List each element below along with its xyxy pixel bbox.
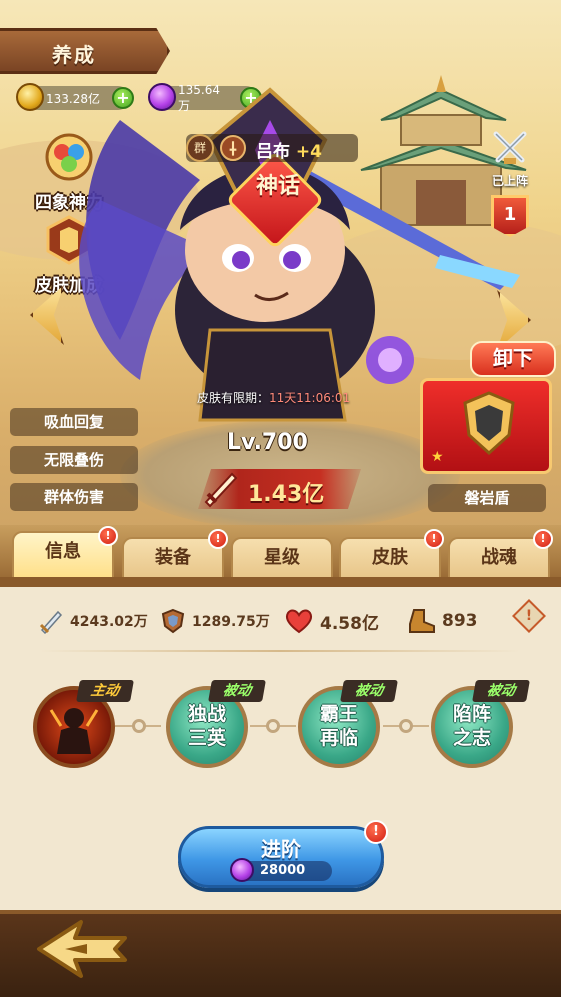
skin-expiry-label: 皮肤有限期： <box>197 391 270 405</box>
skin-card[interactable]: ★ <box>420 378 552 474</box>
mythic-rarity-text: 神话 <box>255 174 300 199</box>
skin-star-icon: ★ <box>431 449 444 465</box>
rock-shield-icon <box>463 391 515 456</box>
skin-expiry-time: 11天11:06:01 <box>269 391 351 405</box>
crossed-swords-icon <box>493 131 527 164</box>
deployed-indicator: 已上阵 1 <box>470 128 550 237</box>
combat-power-icon <box>204 472 238 508</box>
defense-value: 1289.75万 <box>192 614 270 630</box>
passive-skill-1-text: 独战三英 <box>187 703 226 749</box>
faction-badge: 群 <box>186 134 214 162</box>
hero-stats-row: 4243.02万 1289.75万 4.58亿 893 <box>0 598 561 642</box>
passive-skill-2-text: 霸王再临 <box>319 703 358 749</box>
passive-skill-2-name: 霸王再临 <box>302 702 376 750</box>
hp-value: 4.58亿 <box>320 613 379 634</box>
page-title-banner: 养成 <box>0 28 170 74</box>
back-button[interactable] <box>35 918 130 980</box>
equipment-notification-dot: ! <box>208 529 228 549</box>
passive-skill-3-name: 陷阵之志 <box>435 702 509 750</box>
deployed-label: 已上阵 <box>491 174 528 188</box>
passive-skill-2-tag: 被动 <box>340 680 398 702</box>
trait-aoe-damage: 群体伤害 <box>10 483 138 511</box>
attack-stat: 4243.02万 <box>38 608 148 634</box>
gold-coin-icon <box>16 83 44 111</box>
info-icon: ! <box>525 608 533 624</box>
hp-stat: 4.58亿 <box>284 608 379 634</box>
passive-skill-1-tag: 被动 <box>208 680 266 702</box>
tab-star[interactable]: 星级 <box>231 537 333 577</box>
info-notification-dot: ! <box>98 526 118 546</box>
hero-name: 吕布 +4 <box>256 137 322 162</box>
advance-button[interactable]: 进阶 28000 <box>178 826 384 888</box>
hero-level: Lv.700 <box>227 430 308 455</box>
lineup-slot-number: 1 <box>491 195 529 237</box>
passive-skill-3-text: 陷阵之志 <box>452 703 491 749</box>
passive-skill-1-name: 独战三英 <box>170 702 244 750</box>
defense-stat: 1289.75万 <box>160 608 270 634</box>
sword-icon <box>39 610 63 634</box>
section-divider <box>40 650 520 652</box>
war-soul-notification-dot: ! <box>533 529 553 549</box>
panel-top-border <box>0 577 561 587</box>
trait-lifesteal: 吸血回复 <box>10 408 138 436</box>
skill-connector-knot <box>399 719 413 733</box>
hero-name-text: 吕布 <box>256 142 290 162</box>
active-skill-tag: 主动 <box>76 680 134 702</box>
shield-icon <box>161 608 185 634</box>
class-sword-icon <box>220 135 246 161</box>
advance-notification-dot: ! <box>364 820 388 844</box>
purple-gem-icon <box>230 858 254 882</box>
speed-value: 893 <box>442 611 478 631</box>
tab-bar: 信息 装备 星级 皮肤 战魂 ! ! ! ! <box>0 525 561 577</box>
attack-value: 4243.02万 <box>70 614 148 630</box>
heart-icon <box>285 609 313 634</box>
combat-power-value: 1.43亿 <box>248 482 325 507</box>
advance-cost-value: 28000 <box>260 863 306 878</box>
trait-stacking-damage: 无限叠伤 <box>10 446 138 474</box>
skin-name: 磐岩盾 <box>428 484 546 512</box>
skill-connector-knot <box>132 719 146 733</box>
advance-cost: 28000 <box>230 858 332 882</box>
passive-skill-3-tag: 被动 <box>472 680 530 702</box>
skin-expiry: 皮肤有限期：11天11:06:01 <box>197 389 350 406</box>
skill-connector-knot <box>266 719 280 733</box>
hero-name-plate: 群 吕布 +4 <box>186 134 358 162</box>
page-title: 养成 <box>52 43 96 67</box>
hero-plus-level: +4 <box>295 142 322 162</box>
boot-icon <box>409 609 435 633</box>
skin-notification-dot: ! <box>424 529 444 549</box>
advance-label: 进阶 <box>261 837 301 861</box>
unequip-skin-button[interactable]: 卸下 <box>470 341 556 377</box>
speed-stat: 893 <box>406 608 478 634</box>
